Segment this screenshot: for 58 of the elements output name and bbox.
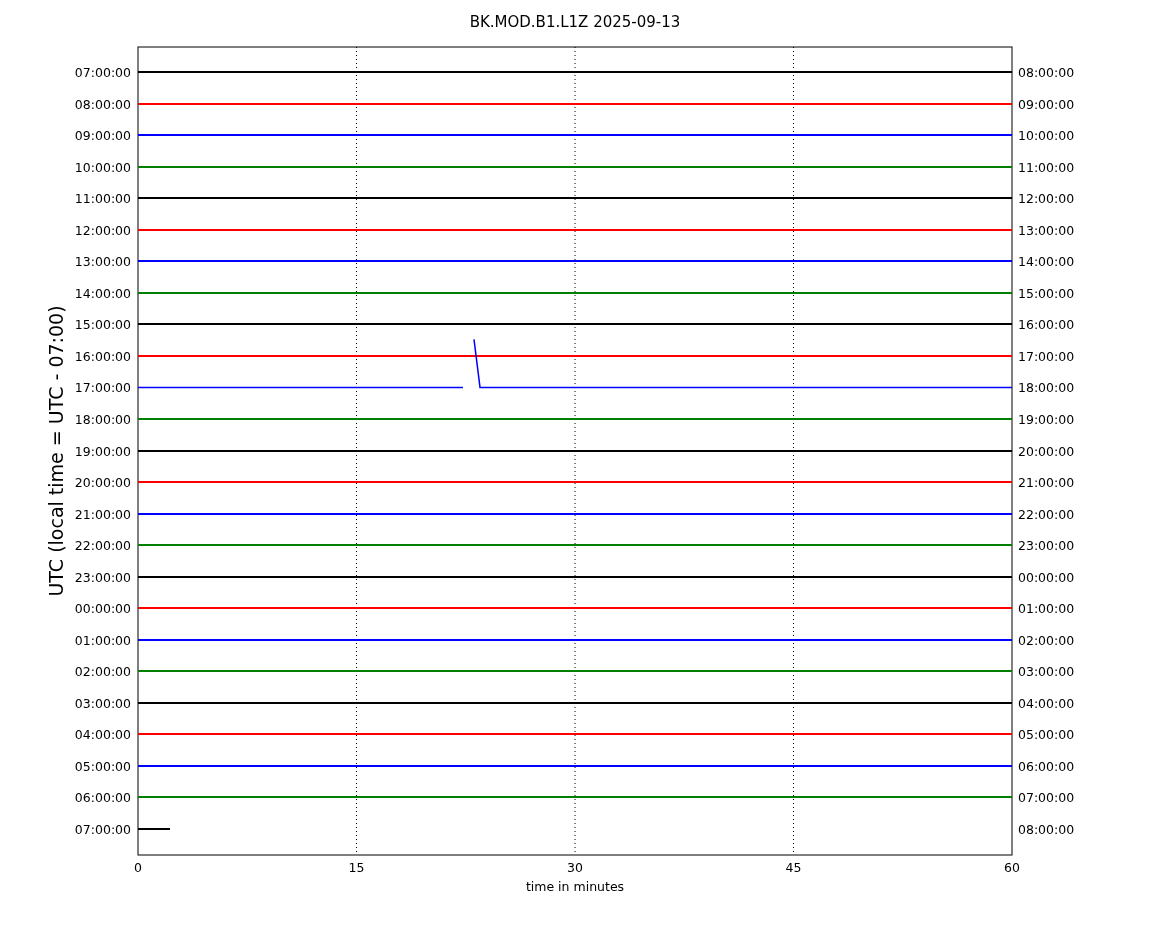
start-time-label: 15:00:00 [74, 317, 131, 333]
end-time-label: 06:00:00 [1018, 758, 1075, 774]
start-time-label: 07:00:00 [74, 822, 131, 837]
start-time-label: 08:00:00 [74, 96, 131, 112]
end-time-label: 04:00:00 [1018, 695, 1075, 711]
start-time-label: 05:00:00 [74, 758, 131, 774]
start-time-label: 01:00:00 [74, 632, 131, 648]
y-axis-label: UTC (local time = UTC - 07:00) [45, 305, 67, 597]
x-tick-label: 15 [348, 860, 365, 875]
end-time-label: 02:00:00 [1018, 632, 1075, 648]
end-time-label: 22:00:00 [1018, 506, 1075, 522]
start-time-label: 11:00:00 [74, 191, 131, 207]
x-tick-label: 60 [1004, 860, 1020, 875]
start-time-label: 09:00:00 [74, 128, 131, 144]
end-time-label: 08:00:00 [1018, 65, 1075, 80]
end-time-label: 01:00:00 [1018, 601, 1075, 617]
start-time-label: 20:00:00 [74, 475, 131, 491]
end-time-label: 15:00:00 [1018, 285, 1075, 301]
end-time-label: 21:00:00 [1018, 475, 1075, 491]
start-time-label: 07:00:00 [74, 65, 131, 80]
start-time-label: 14:00:00 [74, 285, 131, 301]
start-time-label: 19:00:00 [74, 443, 131, 459]
end-time-label: 19:00:00 [1018, 411, 1075, 427]
end-time-label: 12:00:00 [1018, 191, 1075, 207]
end-time-label: 16:00:00 [1018, 317, 1075, 333]
end-time-label: 23:00:00 [1018, 538, 1075, 554]
start-time-label: 13:00:00 [74, 254, 131, 270]
x-tick-label: 45 [785, 860, 802, 875]
start-time-label: 23:00:00 [74, 569, 131, 585]
end-time-label: 18:00:00 [1018, 380, 1075, 396]
end-time-label: 09:00:00 [1018, 96, 1075, 112]
start-time-label: 02:00:00 [74, 664, 131, 680]
start-time-label: 04:00:00 [74, 727, 131, 743]
start-time-label: 22:00:00 [74, 538, 131, 554]
end-time-label: 03:00:00 [1018, 664, 1075, 680]
start-time-label: 00:00:00 [74, 601, 131, 617]
start-time-label: 21:00:00 [74, 506, 131, 522]
x-tick-label: 0 [134, 860, 142, 875]
end-time-label: 05:00:00 [1018, 727, 1075, 743]
start-time-label: 16:00:00 [74, 348, 131, 364]
plot-title: BK.MOD.B1.L1Z 2025-09-13 [469, 13, 681, 31]
start-time-label: 18:00:00 [74, 411, 131, 427]
end-time-label: 00:00:00 [1018, 569, 1075, 585]
end-time-label: 14:00:00 [1018, 254, 1075, 270]
end-time-label: 10:00:00 [1018, 128, 1075, 144]
end-time-label: 17:00:00 [1018, 348, 1075, 364]
start-time-label: 10:00:00 [74, 159, 131, 175]
end-time-label: 07:00:00 [1018, 790, 1075, 806]
end-time-label: 11:00:00 [1018, 159, 1075, 175]
start-time-label: 06:00:00 [74, 790, 131, 806]
x-tick-label: 30 [567, 860, 583, 875]
start-time-label: 17:00:00 [74, 380, 131, 396]
start-time-label: 03:00:00 [74, 695, 131, 711]
end-time-label: 20:00:00 [1018, 443, 1075, 459]
end-time-label: 08:00:00 [1018, 822, 1075, 837]
x-axis-label: time in minutes [525, 879, 625, 894]
end-time-label: 13:00:00 [1018, 222, 1075, 238]
start-time-label: 12:00:00 [74, 222, 131, 238]
